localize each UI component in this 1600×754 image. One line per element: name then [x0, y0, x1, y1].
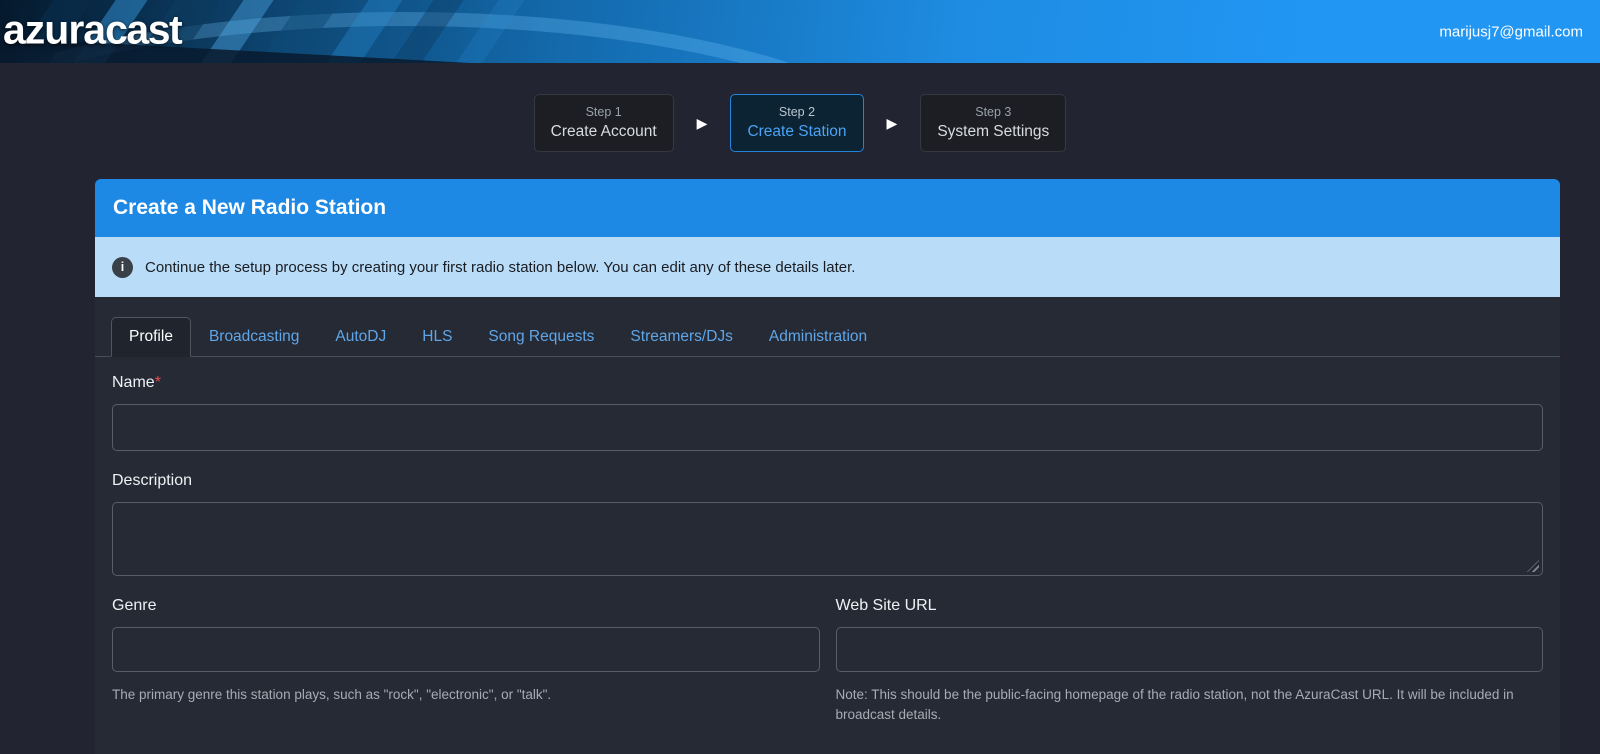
azuracast-logo: azuracast [3, 5, 183, 52]
step-name-label: Create Account [550, 123, 657, 140]
top-header-bar: azuracast marijusj7@gmail.com [0, 0, 1600, 63]
tab-hls[interactable]: HLS [404, 317, 470, 357]
step-3-system-settings: Step 3 System Settings [920, 94, 1067, 152]
step-arrow-icon: ▶ [886, 115, 898, 131]
step-2-create-station: Step 2 Create Station [730, 94, 864, 152]
website-url-input[interactable] [835, 627, 1543, 672]
info-alert-text: Continue the setup process by creating y… [145, 258, 856, 276]
genre-input[interactable] [112, 627, 820, 672]
step-name-label: Create Station [747, 123, 847, 140]
description-textarea-wrap [112, 502, 1543, 576]
website-help-text: Note: This should be the public-facing h… [835, 687, 1514, 722]
tab-broadcasting[interactable]: Broadcasting [191, 317, 317, 357]
station-tabs: Profile Broadcasting AutoDJ HLS Song Req… [95, 297, 1560, 357]
genre-field-group: Genre The primary genre this station pla… [112, 597, 820, 724]
website-field-group: Web Site URL Note: This should be the pu… [835, 597, 1543, 724]
step-number-label: Step 2 [778, 105, 816, 119]
station-profile-form: Name* Description Genre The primary genr… [95, 357, 1560, 754]
name-input[interactable] [112, 404, 1543, 451]
name-field-group: Name* [112, 374, 1543, 451]
name-field-label: Name* [112, 374, 1543, 392]
step-arrow-icon: ▶ [696, 115, 708, 131]
name-label-text: Name [112, 374, 155, 391]
step-number-label: Step 1 [585, 105, 622, 119]
tab-streamers-djs[interactable]: Streamers/DJs [612, 317, 751, 357]
user-email-label: marijusj7@gmail.com [1439, 23, 1583, 40]
genre-help-text: The primary genre this station plays, su… [112, 687, 552, 702]
step-number-label: Step 3 [975, 105, 1012, 119]
page-title: Create a New Radio Station [113, 196, 387, 219]
setup-stepper: Step 1 Create Account ▶ Step 2 Create St… [0, 94, 1600, 152]
brand-text-cast: cast [105, 5, 183, 52]
info-alert: i Continue the setup process by creating… [95, 237, 1560, 297]
description-field-label: Description [112, 472, 193, 489]
genre-field-label: Genre [112, 597, 157, 614]
step-1-create-account: Step 1 Create Account [533, 94, 674, 152]
tab-administration[interactable]: Administration [751, 317, 885, 357]
description-textarea[interactable] [112, 502, 1543, 576]
tab-autodj[interactable]: AutoDJ [317, 317, 404, 357]
card-header: Create a New Radio Station [95, 179, 1560, 237]
step-name-label: System Settings [937, 123, 1050, 140]
genre-website-row: Genre The primary genre this station pla… [112, 597, 1543, 724]
create-station-card: Create a New Radio Station i Continue th… [95, 179, 1560, 754]
tab-profile[interactable]: Profile [111, 317, 191, 357]
tab-song-requests[interactable]: Song Requests [470, 317, 612, 357]
description-field-group: Description [112, 472, 1543, 576]
brand-text-azura: azura [3, 5, 106, 52]
website-field-label: Web Site URL [835, 597, 937, 614]
required-asterisk: * [154, 374, 161, 391]
info-icon: i [112, 256, 133, 278]
